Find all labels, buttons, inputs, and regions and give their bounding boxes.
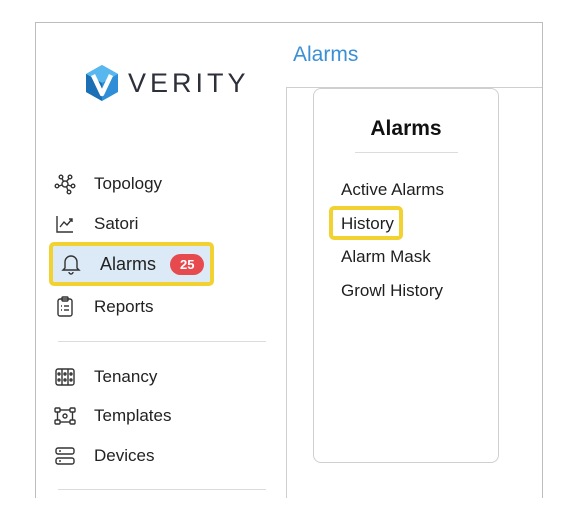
sidebar-item-label: Alarms <box>100 253 157 274</box>
sidebar-item-alarms[interactable]: Alarms 25 <box>60 248 205 280</box>
tenancy-icon <box>54 366 76 388</box>
sidebar-divider <box>58 341 266 342</box>
sidebar-item-label: Devices <box>94 446 155 465</box>
content-border <box>286 87 287 498</box>
sidebar-item-label: Reports <box>94 297 154 316</box>
chart-icon <box>54 213 76 235</box>
topology-icon <box>54 173 76 195</box>
devices-icon <box>54 445 76 467</box>
sidebar-item-label: Tenancy <box>94 367 158 386</box>
sidebar-item-satori[interactable]: Satori <box>54 208 138 240</box>
clipboard-icon <box>54 296 76 318</box>
menu-item-active-alarms[interactable]: Active Alarms <box>341 180 444 200</box>
sidebar-item-tenancy[interactable]: Tenancy <box>54 361 157 393</box>
sidebar-divider <box>58 489 266 490</box>
brand-name: VERITY <box>128 67 250 98</box>
templates-icon <box>54 405 76 427</box>
menu-item-history[interactable]: History <box>341 214 394 234</box>
sidebar-item-label: Topology <box>94 174 163 193</box>
alarm-count-badge: 25 <box>170 253 205 275</box>
bell-icon <box>60 253 82 275</box>
page-title: Alarms <box>293 43 359 66</box>
brand-logo[interactable]: VERITY <box>84 63 250 103</box>
alarms-menu-card: Alarms Active Alarms History Alarm Mask … <box>313 88 499 463</box>
app-window: VERITY Topology Satori Alarms 25 Reports… <box>35 22 543 498</box>
sidebar: VERITY Topology Satori Alarms 25 Reports… <box>36 23 286 498</box>
verity-logo-icon <box>86 65 118 101</box>
sidebar-item-devices[interactable]: Devices <box>54 440 154 472</box>
menu-item-alarm-mask[interactable]: Alarm Mask <box>341 247 431 267</box>
card-title: Alarms <box>370 117 442 140</box>
menu-item-growl-history[interactable]: Growl History <box>341 281 443 301</box>
sidebar-item-reports[interactable]: Reports <box>54 291 154 323</box>
sidebar-item-templates[interactable]: Templates <box>54 400 171 432</box>
sidebar-item-topology[interactable]: Topology <box>54 168 162 200</box>
sidebar-item-label: Templates <box>94 406 172 425</box>
card-divider <box>355 152 458 153</box>
sidebar-item-label: Satori <box>94 214 139 233</box>
